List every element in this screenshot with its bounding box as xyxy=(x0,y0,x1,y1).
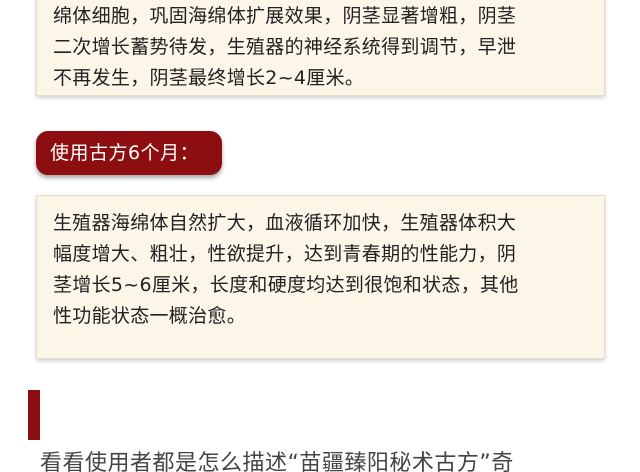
section-accent-bar xyxy=(28,390,40,440)
info-card-top: 绵体细胞，巩固海绵体扩展效果，阴茎显著增粗，阴茎 二次增长蓄势待发，生殖器的神经… xyxy=(36,0,605,96)
article-page: 绵体细胞，巩固海绵体扩展效果，阴茎显著增粗，阴茎 二次增长蓄势待发，生殖器的神经… xyxy=(0,0,640,472)
section-tag: 使用古方6个月： xyxy=(36,131,222,175)
info-card-bottom: 生殖器海绵体自然扩大，血液循环加快，生殖器体积大 幅度增大、粗壮，性欲提升，达到… xyxy=(36,195,605,359)
info-card-bottom-text: 生殖器海绵体自然扩大，血液循环加快，生殖器体积大 幅度增大、粗壮，性欲提升，达到… xyxy=(53,212,519,327)
info-card-top-text: 绵体细胞，巩固海绵体扩展效果，阴茎显著增粗，阴茎 二次增长蓄势待发，生殖器的神经… xyxy=(53,5,517,89)
section-heading-text: 看看使用者都是怎么描述“苗疆臻阳秘术古方”奇 xyxy=(40,451,514,472)
